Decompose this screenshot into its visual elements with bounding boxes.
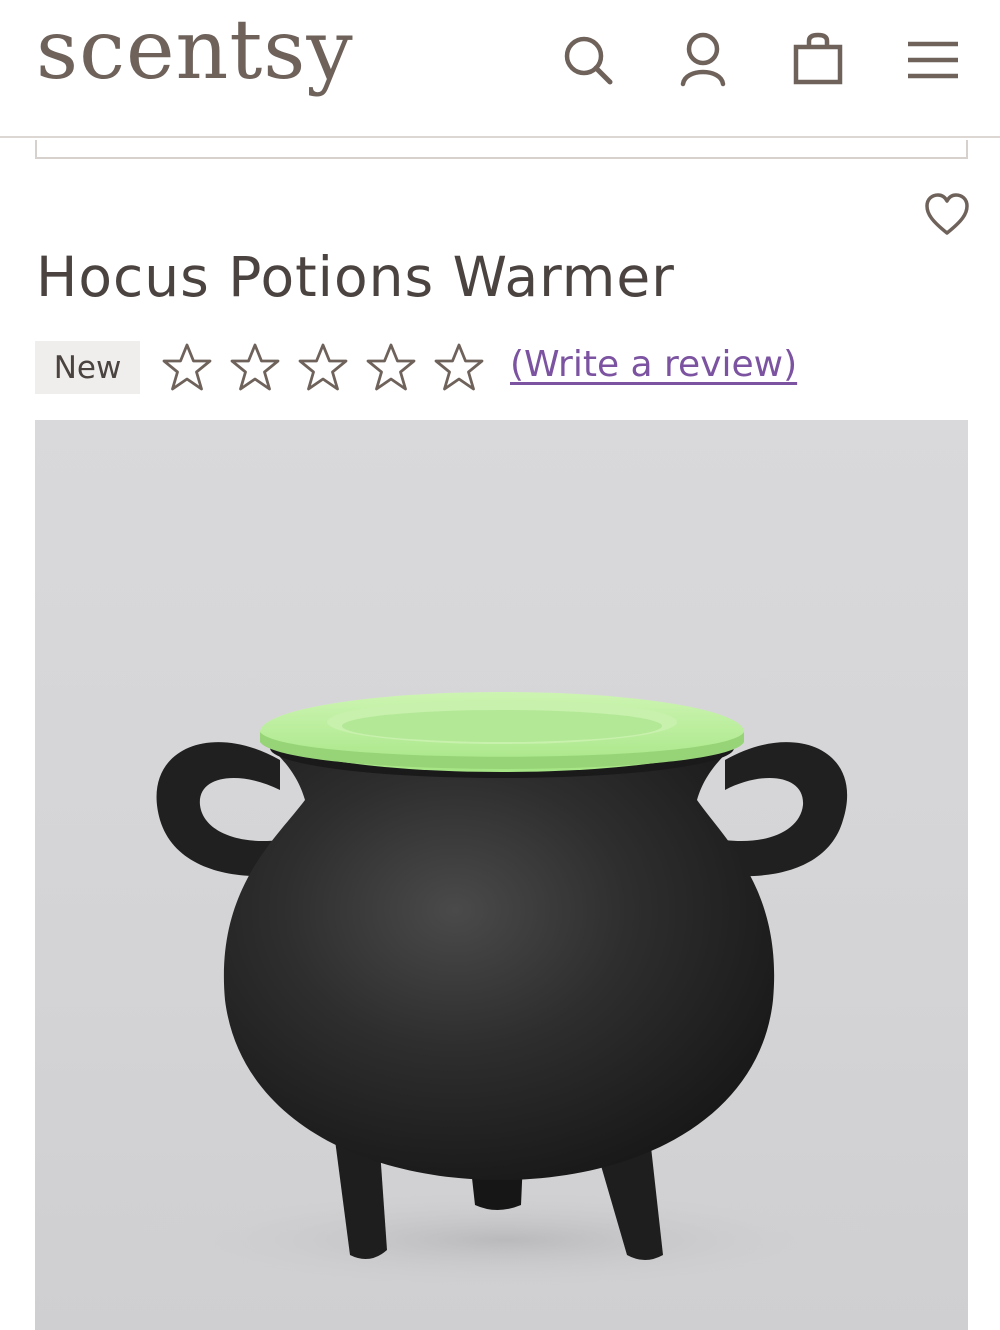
new-badge: New [35,341,140,394]
collapsed-banner [35,140,968,159]
star-icon[interactable] [228,341,282,395]
shopping-bag-icon[interactable] [788,30,848,90]
menu-icon[interactable] [903,30,963,90]
site-header: scentsy [0,0,1000,138]
star-icon[interactable] [364,341,418,395]
star-icon[interactable] [432,341,486,395]
star-icon[interactable] [296,341,350,395]
account-icon[interactable] [673,30,733,90]
product-title: Hocus Potions Warmer [36,245,675,309]
cauldron-image [125,692,885,1295]
search-icon[interactable] [558,30,618,90]
heart-icon[interactable] [922,192,972,238]
star-rating[interactable] [160,340,486,396]
write-review-link[interactable]: (Write a review) [510,344,797,385]
star-icon[interactable] [160,341,214,395]
scentsy-logo[interactable]: scentsy [36,10,354,92]
product-image[interactable] [35,420,968,1330]
